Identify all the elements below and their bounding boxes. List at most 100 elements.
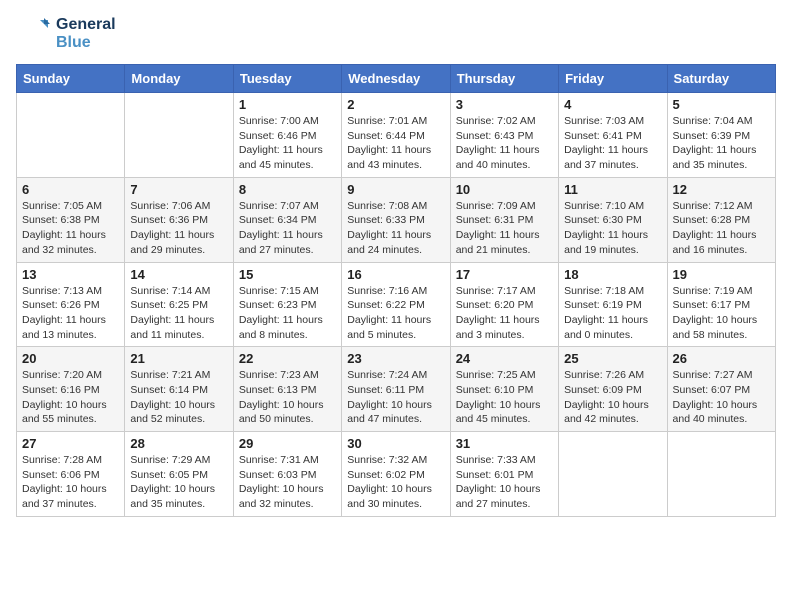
day-detail: Sunrise: 7:32 AM Sunset: 6:02 PM Dayligh… bbox=[347, 453, 444, 512]
logo-line2: Blue bbox=[56, 34, 116, 52]
day-number: 1 bbox=[239, 97, 336, 112]
day-detail: Sunrise: 7:00 AM Sunset: 6:46 PM Dayligh… bbox=[239, 114, 336, 173]
calendar-week-row: 20 Sunrise: 7:20 AM Sunset: 6:16 PM Dayli… bbox=[17, 347, 776, 432]
day-number: 24 bbox=[456, 351, 553, 366]
calendar-cell: 11Sunrise: 7:10 AM Sunset: 6:30 PM Dayli… bbox=[559, 177, 667, 262]
calendar-cell: 31 Sunrise: 7:33 AM Sunset: 6:01 PM Dayli… bbox=[450, 432, 558, 517]
day-number: 14 bbox=[130, 267, 227, 282]
calendar-cell: 8 Sunrise: 7:07 AM Sunset: 6:34 PM Daylig… bbox=[233, 177, 341, 262]
day-number: 28 bbox=[130, 436, 227, 451]
day-number: 10 bbox=[456, 182, 553, 197]
calendar-cell: 29Sunrise: 7:31 AM Sunset: 6:03 PM Dayli… bbox=[233, 432, 341, 517]
calendar-cell: 7Sunrise: 7:06 AM Sunset: 6:36 PM Daylig… bbox=[125, 177, 233, 262]
day-number: 12 bbox=[673, 182, 770, 197]
calendar-header-row: SundayMondayTuesdayWednesdayThursdayFrid… bbox=[17, 65, 776, 93]
weekday-header: Monday bbox=[125, 65, 233, 93]
day-detail: Sunrise: 7:07 AM Sunset: 6:34 PM Dayligh… bbox=[239, 199, 336, 258]
calendar-cell: 14 Sunrise: 7:14 AM Sunset: 6:25 PM Dayli… bbox=[125, 262, 233, 347]
day-detail: Sunrise: 7:29 AM Sunset: 6:05 PM Dayligh… bbox=[130, 453, 227, 512]
day-number: 8 bbox=[239, 182, 336, 197]
day-number: 30 bbox=[347, 436, 444, 451]
calendar-cell: 26Sunrise: 7:27 AM Sunset: 6:07 PM Dayli… bbox=[667, 347, 775, 432]
calendar-table: SundayMondayTuesdayWednesdayThursdayFrid… bbox=[16, 64, 776, 517]
page-header: General Blue bbox=[16, 16, 776, 52]
day-detail: Sunrise: 7:20 AM Sunset: 6:16 PM Dayligh… bbox=[22, 368, 119, 427]
day-number: 2 bbox=[347, 97, 444, 112]
calendar-cell: 28 Sunrise: 7:29 AM Sunset: 6:05 PM Dayli… bbox=[125, 432, 233, 517]
day-number: 17 bbox=[456, 267, 553, 282]
calendar-cell: 5 Sunrise: 7:04 AM Sunset: 6:39 PM Daylig… bbox=[667, 93, 775, 178]
day-number: 22 bbox=[239, 351, 336, 366]
calendar-cell: 12 Sunrise: 7:12 AM Sunset: 6:28 PM Dayli… bbox=[667, 177, 775, 262]
day-number: 6 bbox=[22, 182, 119, 197]
day-number: 4 bbox=[564, 97, 661, 112]
calendar-cell: 24Sunrise: 7:25 AM Sunset: 6:10 PM Dayli… bbox=[450, 347, 558, 432]
calendar-cell: 21 Sunrise: 7:21 AM Sunset: 6:14 PM Dayli… bbox=[125, 347, 233, 432]
day-number: 16 bbox=[347, 267, 444, 282]
day-detail: Sunrise: 7:33 AM Sunset: 6:01 PM Dayligh… bbox=[456, 453, 553, 512]
calendar-cell: 15 Sunrise: 7:15 AM Sunset: 6:23 PM Dayli… bbox=[233, 262, 341, 347]
weekday-header: Friday bbox=[559, 65, 667, 93]
day-detail: Sunrise: 7:08 AM Sunset: 6:33 PM Dayligh… bbox=[347, 199, 444, 258]
day-number: 25 bbox=[564, 351, 661, 366]
calendar-cell: 18 Sunrise: 7:18 AM Sunset: 6:19 PM Dayli… bbox=[559, 262, 667, 347]
calendar-cell: 3 Sunrise: 7:02 AM Sunset: 6:43 PM Daylig… bbox=[450, 93, 558, 178]
day-detail: Sunrise: 7:15 AM Sunset: 6:23 PM Dayligh… bbox=[239, 284, 336, 343]
day-detail: Sunrise: 7:26 AM Sunset: 6:09 PM Dayligh… bbox=[564, 368, 661, 427]
day-number: 5 bbox=[673, 97, 770, 112]
calendar-cell: 19 Sunrise: 7:19 AM Sunset: 6:17 PM Dayli… bbox=[667, 262, 775, 347]
day-detail: Sunrise: 7:05 AM Sunset: 6:38 PM Dayligh… bbox=[22, 199, 119, 258]
day-detail: Sunrise: 7:13 AM Sunset: 6:26 PM Dayligh… bbox=[22, 284, 119, 343]
logo-svg bbox=[16, 16, 52, 52]
logo: General Blue bbox=[16, 16, 116, 52]
day-detail: Sunrise: 7:23 AM Sunset: 6:13 PM Dayligh… bbox=[239, 368, 336, 427]
calendar-cell bbox=[125, 93, 233, 178]
calendar-cell: 27 Sunrise: 7:28 AM Sunset: 6:06 PM Dayli… bbox=[17, 432, 125, 517]
day-number: 13 bbox=[22, 267, 119, 282]
day-detail: Sunrise: 7:02 AM Sunset: 6:43 PM Dayligh… bbox=[456, 114, 553, 173]
calendar-cell: 23Sunrise: 7:24 AM Sunset: 6:11 PM Dayli… bbox=[342, 347, 450, 432]
day-detail: Sunrise: 7:24 AM Sunset: 6:11 PM Dayligh… bbox=[347, 368, 444, 427]
logo-line1: General bbox=[56, 16, 116, 34]
calendar-cell bbox=[667, 432, 775, 517]
day-number: 19 bbox=[673, 267, 770, 282]
day-number: 21 bbox=[130, 351, 227, 366]
calendar-cell: 2Sunrise: 7:01 AM Sunset: 6:44 PM Daylig… bbox=[342, 93, 450, 178]
day-number: 15 bbox=[239, 267, 336, 282]
day-number: 20 bbox=[22, 351, 119, 366]
calendar-week-row: 27 Sunrise: 7:28 AM Sunset: 6:06 PM Dayli… bbox=[17, 432, 776, 517]
weekday-header: Sunday bbox=[17, 65, 125, 93]
day-detail: Sunrise: 7:10 AM Sunset: 6:30 PM Dayligh… bbox=[564, 199, 661, 258]
day-number: 9 bbox=[347, 182, 444, 197]
day-detail: Sunrise: 7:12 AM Sunset: 6:28 PM Dayligh… bbox=[673, 199, 770, 258]
day-detail: Sunrise: 7:04 AM Sunset: 6:39 PM Dayligh… bbox=[673, 114, 770, 173]
day-detail: Sunrise: 7:16 AM Sunset: 6:22 PM Dayligh… bbox=[347, 284, 444, 343]
weekday-header: Wednesday bbox=[342, 65, 450, 93]
weekday-header: Tuesday bbox=[233, 65, 341, 93]
day-detail: Sunrise: 7:19 AM Sunset: 6:17 PM Dayligh… bbox=[673, 284, 770, 343]
day-detail: Sunrise: 7:18 AM Sunset: 6:19 PM Dayligh… bbox=[564, 284, 661, 343]
day-detail: Sunrise: 7:31 AM Sunset: 6:03 PM Dayligh… bbox=[239, 453, 336, 512]
day-number: 18 bbox=[564, 267, 661, 282]
day-detail: Sunrise: 7:03 AM Sunset: 6:41 PM Dayligh… bbox=[564, 114, 661, 173]
calendar-cell: 1 Sunrise: 7:00 AM Sunset: 6:46 PM Daylig… bbox=[233, 93, 341, 178]
day-detail: Sunrise: 7:17 AM Sunset: 6:20 PM Dayligh… bbox=[456, 284, 553, 343]
day-number: 3 bbox=[456, 97, 553, 112]
day-detail: Sunrise: 7:28 AM Sunset: 6:06 PM Dayligh… bbox=[22, 453, 119, 512]
calendar-week-row: 1 Sunrise: 7:00 AM Sunset: 6:46 PM Daylig… bbox=[17, 93, 776, 178]
day-detail: Sunrise: 7:21 AM Sunset: 6:14 PM Dayligh… bbox=[130, 368, 227, 427]
calendar-cell: 9 Sunrise: 7:08 AM Sunset: 6:33 PM Daylig… bbox=[342, 177, 450, 262]
calendar-cell: 13 Sunrise: 7:13 AM Sunset: 6:26 PM Dayli… bbox=[17, 262, 125, 347]
day-number: 27 bbox=[22, 436, 119, 451]
day-number: 26 bbox=[673, 351, 770, 366]
calendar-cell: 16 Sunrise: 7:16 AM Sunset: 6:22 PM Dayli… bbox=[342, 262, 450, 347]
calendar-cell: 10 Sunrise: 7:09 AM Sunset: 6:31 PM Dayli… bbox=[450, 177, 558, 262]
calendar-cell: 30 Sunrise: 7:32 AM Sunset: 6:02 PM Dayli… bbox=[342, 432, 450, 517]
day-detail: Sunrise: 7:09 AM Sunset: 6:31 PM Dayligh… bbox=[456, 199, 553, 258]
day-detail: Sunrise: 7:06 AM Sunset: 6:36 PM Dayligh… bbox=[130, 199, 227, 258]
calendar-cell bbox=[559, 432, 667, 517]
calendar-cell: 20 Sunrise: 7:20 AM Sunset: 6:16 PM Dayli… bbox=[17, 347, 125, 432]
day-detail: Sunrise: 7:14 AM Sunset: 6:25 PM Dayligh… bbox=[130, 284, 227, 343]
day-number: 31 bbox=[456, 436, 553, 451]
calendar-cell: 25 Sunrise: 7:26 AM Sunset: 6:09 PM Dayli… bbox=[559, 347, 667, 432]
